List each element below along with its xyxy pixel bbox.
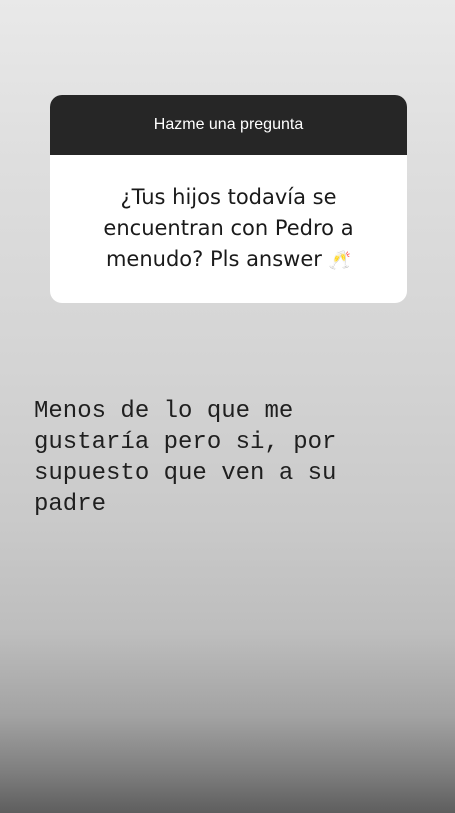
story-canvas: Hazme una pregunta ¿Tus hijos todavía se… [0,0,455,813]
question-sticker[interactable]: Hazme una pregunta ¿Tus hijos todavía se… [50,95,407,303]
question-text: ¿Tus hijos todavía se encuentran con Ped… [68,182,389,276]
answer-text: Menos de lo que me gustaría pero si, por… [34,398,337,518]
question-text-content: ¿Tus hijos todavía se encuentran con Ped… [103,185,354,271]
question-sticker-body: ¿Tus hijos todavía se encuentran con Ped… [50,155,407,303]
question-sticker-header: Hazme una pregunta [50,95,407,155]
champagne-glasses-icon: 🥂 [328,250,352,271]
